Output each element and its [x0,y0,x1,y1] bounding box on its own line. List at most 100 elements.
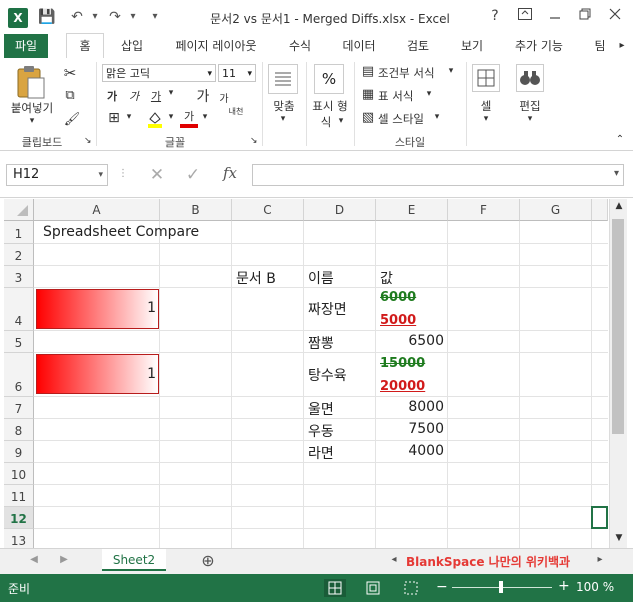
editing-dropdown-icon[interactable]: ▾ [525,114,535,124]
column-header[interactable]: D [304,199,376,221]
number-dropdown-icon[interactable]: ▾ [336,116,346,126]
font-name-select[interactable]: 맑은 고딕 ▾ [102,64,216,82]
cell-d5[interactable]: 짬뽕 [308,333,334,353]
percent-icon[interactable]: % [314,64,344,94]
select-all-corner[interactable] [4,199,34,221]
undo-icon[interactable]: ↶ [68,8,86,26]
cell-a4[interactable]: 1 [124,300,156,316]
cell-c3[interactable]: 문서 B [236,268,276,288]
cells-icon[interactable] [472,64,500,92]
conditional-dropdown-icon[interactable]: ▾ [446,66,456,76]
cell-e4-new-value[interactable]: 5000 [380,313,416,328]
phonetic-guide-button[interactable]: 내천 [224,106,248,117]
column-header[interactable]: E [376,199,448,221]
ribbon-display-options-icon[interactable] [512,6,538,26]
number-format-button[interactable]: 표시 형 [306,98,354,114]
cell-d8[interactable]: 우동 [308,421,334,441]
row-header[interactable]: 2 [4,244,34,266]
selected-cell-h12[interactable] [591,506,608,529]
cell-d4[interactable]: 짜장면 [308,299,347,319]
new-sheet-button[interactable]: ⊕ [198,551,218,570]
zoom-level[interactable]: 100 % [576,580,614,594]
row-header[interactable]: 10 [4,463,34,485]
fill-dropdown-icon[interactable]: ▾ [166,112,176,122]
tab-page-layout[interactable]: 페이지 레이아웃 [166,34,266,58]
fill-color-icon[interactable] [146,110,164,128]
binoculars-icon[interactable] [516,64,544,92]
underline-dropdown-icon[interactable]: ▾ [166,88,176,98]
editing-button[interactable]: 편집 [512,98,548,114]
cells-button[interactable]: 셀 [470,98,502,114]
font-color-button[interactable]: 가 [180,108,198,128]
cell-e6-old-value[interactable]: 15000 [380,356,425,371]
close-button[interactable] [602,6,628,26]
cell-d9[interactable]: 라면 [308,443,334,463]
column-header[interactable]: C [232,199,304,221]
zoom-in-button[interactable]: + [558,578,570,594]
tab-formulas[interactable]: 수식 [282,34,318,58]
row-header[interactable]: 8 [4,419,34,441]
column-header[interactable] [592,199,608,221]
cut-icon[interactable]: ✂ [60,64,80,82]
borders-dropdown-icon[interactable]: ▾ [124,112,134,122]
save-icon[interactable]: 💾 [38,8,56,26]
insert-function-icon[interactable]: fx [218,164,242,182]
tab-team[interactable]: 팀 [586,34,614,58]
vertical-scrollbar[interactable]: ▲ ▼ [609,199,627,548]
undo-dropdown-icon[interactable]: ▾ [86,8,104,26]
row-header[interactable]: 7 [4,397,34,419]
paste-label[interactable]: 붙여넣기 [4,100,60,116]
cancel-icon[interactable]: ✕ [146,165,168,185]
shrink-font-button[interactable]: 가 [216,90,232,105]
scroll-right-icon[interactable]: ▸ [614,34,630,58]
cell-e6-new-value[interactable]: 20000 [380,379,425,394]
restore-button[interactable] [572,6,598,26]
zoom-out-button[interactable]: − [436,579,448,595]
next-sheet-icon[interactable]: ▶ [58,554,70,565]
row-header[interactable]: 4 [4,288,34,331]
cell-e7[interactable]: 8000 [380,399,444,415]
tab-home[interactable]: 홈 [66,33,104,60]
column-header[interactable]: A [34,199,160,221]
table-format-button[interactable]: 표 서식 [378,88,413,104]
tab-file[interactable]: 파일 [4,34,48,58]
row-header[interactable]: 13 [4,529,34,548]
cell-styles-dropdown-icon[interactable]: ▾ [432,112,442,122]
customize-qat-icon[interactable]: ▾ [146,8,164,26]
borders-icon[interactable]: ⊞ [106,110,122,126]
prev-sheet-icon[interactable]: ◀ [28,554,40,565]
cell-a6[interactable]: 1 [124,366,156,382]
hscroll-left-icon[interactable]: ◂ [390,554,398,565]
formula-input[interactable]: ▾ [252,164,624,186]
table-format-icon[interactable]: ▦ [360,87,376,102]
grow-font-button[interactable]: 가 [194,86,212,106]
hscroll-right-icon[interactable]: ▸ [596,554,604,565]
tab-data[interactable]: 데이터 [336,34,382,58]
row-header[interactable]: 5 [4,331,34,353]
copy-icon[interactable]: ⧉ [60,88,80,103]
font-color-dropdown-icon[interactable]: ▾ [200,112,210,122]
table-format-dropdown-icon[interactable]: ▾ [424,89,434,99]
zoom-slider-thumb[interactable] [499,581,503,593]
expand-formula-icon[interactable]: ▾ [614,168,619,179]
page-break-view-icon[interactable] [400,579,422,597]
row-header[interactable]: 3 [4,266,34,288]
tab-insert[interactable]: 삽입 [112,34,152,58]
cell-d7[interactable]: 울면 [308,399,334,419]
row-header-selected[interactable]: 12 [4,507,34,529]
sheet-tab-sheet2[interactable]: Sheet2 [102,549,166,571]
normal-view-icon[interactable] [324,579,346,597]
alignment-dropdown-icon[interactable]: ▾ [278,114,288,124]
format-painter-icon[interactable]: 🖌 [62,112,82,127]
cell-e9[interactable]: 4000 [380,443,444,459]
column-header[interactable]: B [160,199,232,221]
help-button[interactable]: ? [482,6,508,26]
cell-d3[interactable]: 이름 [308,268,334,288]
conditional-format-icon[interactable]: ▤ [360,64,376,79]
minimize-button[interactable] [542,6,568,26]
italic-button[interactable]: 가 [126,88,142,104]
row-header[interactable]: 6 [4,353,34,397]
drag-handle-icon[interactable]: ⋮ [118,168,128,179]
cells-dropdown-icon[interactable]: ▾ [481,114,491,124]
cell-d6[interactable]: 탕수육 [308,365,347,385]
